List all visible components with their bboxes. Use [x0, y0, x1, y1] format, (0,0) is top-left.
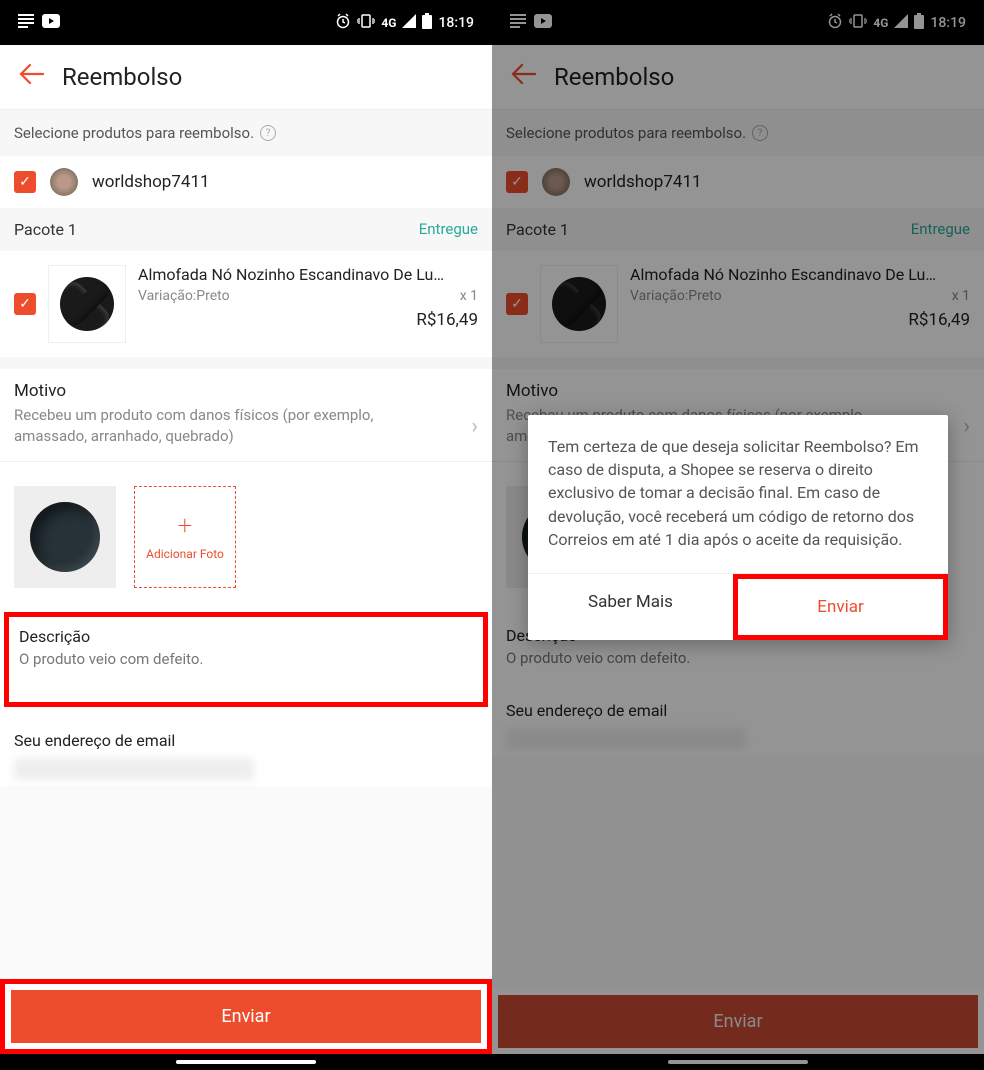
- dialog-send-highlight: Enviar: [733, 574, 948, 640]
- email-section: Seu endereço de email: [0, 707, 492, 786]
- dialog-body: Tem certeza de que deseja solicitar Reem…: [528, 415, 948, 573]
- shop-checkbox[interactable]: ✓: [14, 171, 36, 193]
- shop-row[interactable]: ✓ worldshop7411: [0, 156, 492, 208]
- reason-text: Recebeu um produto com danos físicos (po…: [14, 405, 434, 447]
- photo-row: + Adicionar Foto: [0, 462, 492, 612]
- email-value-blurred: [14, 758, 254, 780]
- reason-header: Motivo: [14, 381, 478, 401]
- youtube-icon: [42, 14, 60, 32]
- product-title: Almofada Nó Nozinho Escandinavo De Lu…: [138, 265, 458, 284]
- uploaded-photo[interactable]: [14, 486, 116, 588]
- page-title: Reembolso: [62, 63, 182, 91]
- package-status: Entregue: [419, 220, 478, 239]
- help-icon[interactable]: ?: [260, 125, 276, 141]
- package-row: Pacote 1 Entregue: [0, 208, 492, 251]
- plus-icon: +: [178, 513, 193, 539]
- package-label: Pacote 1: [14, 220, 77, 239]
- shop-avatar: [50, 168, 78, 196]
- battery-icon: [422, 13, 432, 33]
- product-row[interactable]: ✓ Almofada Nó Nozinho Escandinavo De Lu……: [0, 251, 492, 357]
- reason-section[interactable]: Motivo Recebeu um produto com danos físi…: [0, 369, 492, 462]
- product-image: [48, 265, 126, 343]
- description-box[interactable]: Descrição O produto veio com defeito.: [4, 612, 488, 707]
- product-checkbox[interactable]: ✓: [14, 293, 36, 315]
- description-label: Descrição: [19, 627, 473, 646]
- vibrate-icon: [357, 14, 375, 32]
- shop-name: worldshop7411: [92, 172, 210, 192]
- network-label: 4G: [381, 16, 396, 30]
- add-photo-label: Adicionar Foto: [146, 547, 224, 561]
- info-text: Selecione produtos para reembolso.: [14, 124, 254, 142]
- confirm-dialog: Tem certeza de que deseja solicitar Reem…: [528, 415, 948, 640]
- reader-icon: [18, 14, 34, 32]
- dialog-send-button[interactable]: Enviar: [738, 579, 943, 635]
- signal-icon: [402, 14, 416, 32]
- product-variation: Variação:Preto: [138, 288, 230, 304]
- dialog-learn-more-button[interactable]: Saber Mais: [528, 574, 733, 640]
- status-bar: 4G 18:19: [0, 0, 492, 45]
- app-bar: Reembolso: [0, 45, 492, 110]
- submit-highlight: Enviar: [0, 979, 492, 1054]
- alarm-icon: [335, 13, 351, 33]
- description-text: O produto veio com defeito.: [19, 650, 473, 668]
- gesture-bar: [0, 1054, 492, 1070]
- add-photo-button[interactable]: + Adicionar Foto: [134, 486, 236, 588]
- screen-left: 4G 18:19 Reembolso Selecione produtos pa…: [0, 0, 492, 1070]
- screen-right: 4G 18:19 Reembolso Selecione produtos pa…: [492, 0, 984, 1070]
- email-label: Seu endereço de email: [14, 731, 478, 750]
- back-icon[interactable]: [18, 62, 44, 92]
- product-price: R$16,49: [138, 310, 478, 330]
- status-time: 18:19: [438, 15, 474, 31]
- info-banner: Selecione produtos para reembolso. ?: [0, 110, 492, 156]
- submit-button[interactable]: Enviar: [11, 990, 481, 1043]
- chevron-right-icon: ›: [471, 414, 478, 439]
- product-quantity: x 1: [460, 288, 478, 304]
